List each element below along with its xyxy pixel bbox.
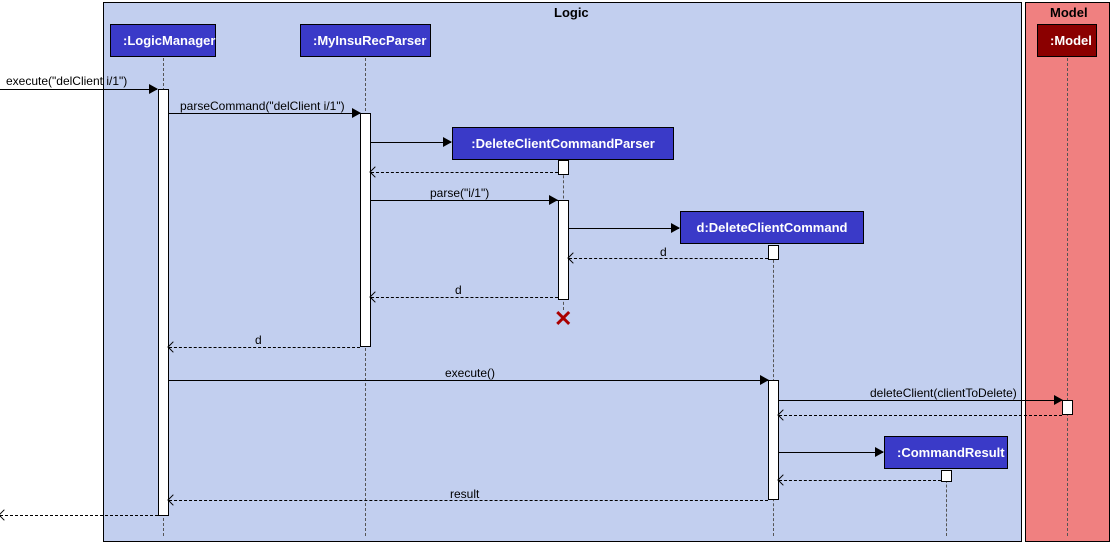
arrow-return-d3 — [169, 347, 360, 348]
activation-dccp-2 — [558, 200, 569, 300]
msg-parse: parse("i/1") — [430, 186, 489, 200]
arrow-parse — [371, 200, 558, 201]
activation-mp — [360, 113, 371, 347]
arrow-return-out — [0, 515, 158, 516]
msg-delete-client: deleteClient(clientToDelete) — [870, 386, 1017, 400]
arrow-parse-command — [169, 113, 361, 114]
arrow-execute-in — [0, 89, 157, 90]
arrow-create-cr — [779, 452, 883, 453]
lifeline-model — [1067, 58, 1068, 536]
participant-myinsurec-parser: :MyInsuRecParser — [300, 24, 431, 57]
arrowhead-execute — [760, 375, 769, 385]
arrowhead-create-cr — [875, 447, 884, 457]
arrow-return-dccp — [371, 172, 558, 173]
arrow-create-dccp — [371, 142, 451, 143]
participant-delete-client-command-parser: :DeleteClientCommandParser — [452, 127, 674, 160]
msg-result: result — [450, 487, 479, 501]
participant-logic-manager: :LogicManager — [110, 24, 216, 57]
msg-execute: execute() — [445, 366, 495, 380]
arrowhead-create-dccp — [443, 137, 452, 147]
activation-lm — [158, 89, 169, 516]
msg-return-d3: d — [255, 333, 262, 347]
arrow-return-model — [779, 415, 1062, 416]
arrowhead-create-dcc — [671, 223, 680, 233]
activation-cr — [941, 470, 952, 482]
msg-return-d2: d — [455, 283, 462, 297]
arrow-delete-client — [779, 400, 1062, 401]
destroy-icon: ✕ — [554, 306, 572, 332]
msg-return-d1: d — [660, 245, 667, 259]
msg-parse-command: parseCommand("delClient i/1") — [180, 99, 345, 113]
msg-execute-in: execute("delClient i/1") — [6, 74, 127, 88]
frame-logic-label: Logic — [554, 5, 589, 20]
arrow-execute — [169, 380, 768, 381]
activation-model — [1062, 400, 1073, 415]
activation-dcc-1 — [768, 245, 779, 260]
participant-command-result: :CommandResult — [884, 436, 1008, 469]
arrowhead-return-out — [0, 509, 10, 520]
arrowhead-delete-client — [1054, 395, 1063, 405]
sequence-diagram: Logic Model :LogicManager :MyInsuRecPars… — [0, 0, 1119, 549]
arrow-return-cr — [779, 480, 941, 481]
arrowhead-parse-command — [352, 108, 361, 118]
frame-model-label: Model — [1050, 5, 1088, 20]
arrow-result — [169, 500, 768, 501]
arrow-create-dcc — [569, 228, 679, 229]
arrowhead-execute-in — [149, 84, 158, 94]
arrow-return-d1 — [569, 258, 768, 259]
activation-dcc-2 — [768, 380, 779, 500]
arrowhead-parse — [549, 195, 558, 205]
arrow-return-d2 — [371, 297, 558, 298]
activation-dccp-1 — [558, 160, 569, 175]
participant-model: :Model — [1037, 24, 1097, 57]
participant-delete-client-command: d:DeleteClientCommand — [680, 211, 864, 244]
